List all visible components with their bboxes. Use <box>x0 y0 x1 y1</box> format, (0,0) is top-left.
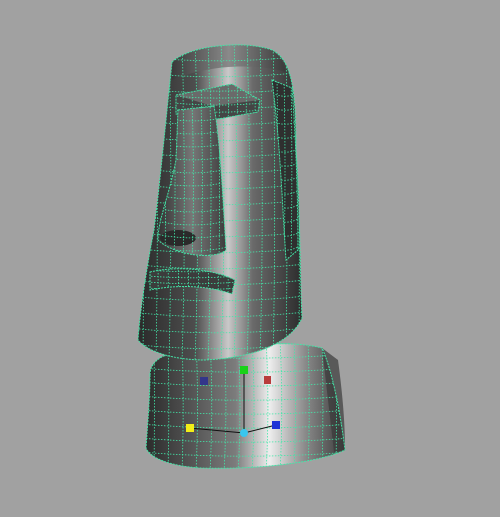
blue-handle[interactable] <box>272 421 280 429</box>
green-handle[interactable] <box>240 366 248 374</box>
3d-viewport[interactable] <box>0 0 500 517</box>
yellow-handle[interactable] <box>186 424 194 432</box>
pivot-handle[interactable] <box>240 429 248 437</box>
red-handle[interactable] <box>264 376 271 384</box>
moai-scene <box>137 44 350 472</box>
moai-base[interactable] <box>140 340 350 472</box>
navy-handle[interactable] <box>200 377 208 385</box>
wire-line <box>138 44 302 46</box>
